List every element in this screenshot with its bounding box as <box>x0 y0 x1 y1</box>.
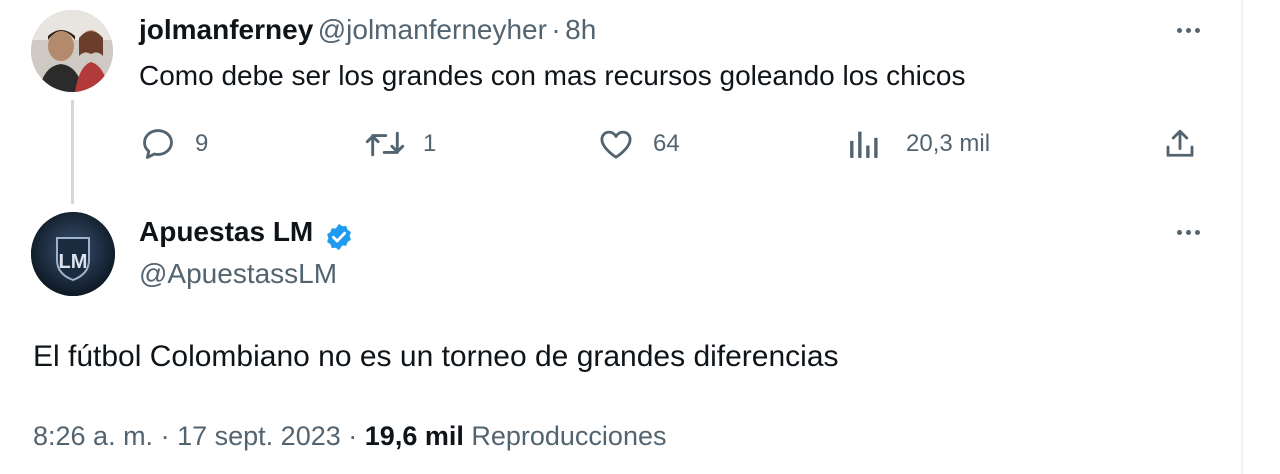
timeline-border <box>1241 0 1243 474</box>
display-name[interactable]: Apuestas LM <box>139 216 313 247</box>
avatar[interactable]: LM <box>31 212 115 296</box>
original-header: Apuestas LM <box>139 216 354 252</box>
more-icon[interactable] <box>1170 20 1206 40</box>
like-button[interactable]: 64 <box>597 122 680 166</box>
views-icon <box>850 131 878 158</box>
tweet-date[interactable]: 17 sept. 2023 <box>177 421 341 451</box>
share-icon <box>1166 129 1194 157</box>
tweet-text: El fútbol Colombiano no es un torneo de … <box>33 340 839 373</box>
retweet-count: 1 <box>423 130 437 157</box>
more-icon[interactable] <box>1170 222 1206 242</box>
reply-button[interactable]: 9 <box>139 122 208 166</box>
retweet-icon <box>365 131 405 157</box>
timestamp[interactable]: 8h <box>565 14 596 45</box>
retweet-button[interactable]: 1 <box>365 122 436 166</box>
like-icon <box>600 130 632 159</box>
user-handle[interactable]: @jolmanferneyher <box>318 14 547 45</box>
separator-dot: · <box>348 421 358 451</box>
display-name[interactable]: jolmanferney <box>139 14 313 45</box>
tweet-time[interactable]: 8:26 a. m. <box>33 421 153 451</box>
reply-header: jolmanferney @jolmanferneyher · 8h <box>139 14 596 46</box>
like-count: 64 <box>653 130 680 157</box>
separator-dot: · <box>551 14 561 45</box>
views-button[interactable]: 20,3 mil <box>848 122 990 166</box>
separator-dot: · <box>160 421 170 451</box>
views-count: 20,3 mil <box>906 130 991 157</box>
thread-connector-line <box>71 100 74 204</box>
tweet-meta: 8:26 a. m. · 17 sept. 2023 · 19,6 mil Re… <box>33 421 666 452</box>
avatar-logo: LM <box>31 212 115 296</box>
share-button[interactable] <box>1162 122 1198 166</box>
avatar[interactable] <box>31 10 113 92</box>
views-count: 19,6 mil <box>364 421 464 451</box>
tweet-text: Como debe ser los grandes con mas recurs… <box>139 60 966 91</box>
views-label: Reproducciones <box>471 421 667 451</box>
reply-icon <box>143 129 173 159</box>
reply-count: 9 <box>195 130 209 157</box>
avatar-photo <box>31 10 113 92</box>
user-handle[interactable]: @ApuestassLM <box>139 258 337 290</box>
avatar-logo-text: LM <box>59 251 88 273</box>
verified-badge-icon <box>326 223 351 250</box>
